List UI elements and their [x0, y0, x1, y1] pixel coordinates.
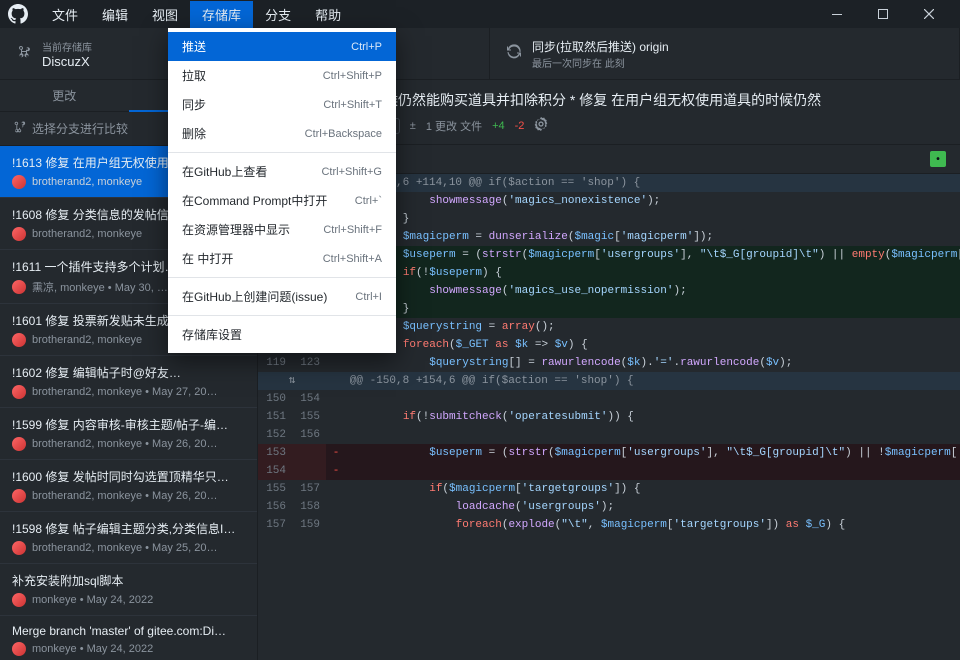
- diff-line: 119123 $querystring[] = rawurlencode($k)…: [258, 354, 960, 372]
- maximize-button[interactable]: [860, 0, 906, 28]
- diff-line: ⇅ @@ -150,8 +154,6 @@ if($action == 'sho…: [258, 372, 960, 390]
- sync-button[interactable]: 同步(拉取然后推送) origin 最后一次同步在 此刻: [490, 28, 960, 79]
- sync-subtitle: 最后一次同步在 此刻: [532, 55, 669, 70]
- menu-item[interactable]: 分支: [253, 1, 303, 28]
- menu-item[interactable]: 拉取Ctrl+Shift+P: [168, 61, 396, 90]
- commit-item[interactable]: !1598 修复 帖子编辑主题分类,分类信息I…brotherand2, mon…: [0, 512, 257, 564]
- sync-icon: [506, 44, 522, 63]
- diff-line: 156158 loadcache('usergroups');: [258, 498, 960, 516]
- menu-separator: [168, 315, 396, 316]
- commit-item[interactable]: !1600 修复 发帖时同时勾选置顶精华只…brotherand2, monke…: [0, 460, 257, 512]
- diff-line: 151155 if(!submitcheck('operatesubmit'))…: [258, 408, 960, 426]
- menu-separator: [168, 277, 396, 278]
- deletions-count: -2: [515, 120, 525, 132]
- toolbar: 当前存储库 DiscuzX 同步(拉取然后推送) origin 最后一次同步在 …: [0, 28, 960, 80]
- menu-item[interactable]: 在GitHub上创建问题(issue)Ctrl+I: [168, 282, 396, 311]
- menu-item[interactable]: 在GitHub上查看Ctrl+Shift+G: [168, 157, 396, 186]
- menu-item[interactable]: 推送Ctrl+P: [168, 32, 396, 61]
- expand-hunk-button[interactable]: ⇅: [258, 372, 326, 390]
- commit-item[interactable]: !1599 修复 内容审核-审核主题/帖子-编…brotherand2, mon…: [0, 408, 257, 460]
- menu-item[interactable]: 在 中打开Ctrl+Shift+A: [168, 244, 396, 273]
- close-button[interactable]: [906, 0, 952, 28]
- titlebar: 文件编辑视图存储库分支帮助: [0, 0, 960, 28]
- window-controls: [814, 0, 952, 28]
- sync-title: 同步(拉取然后推送) origin: [532, 38, 669, 55]
- plus-icon: ±: [410, 120, 416, 132]
- diff-line: 155157 if($magicperm['targetgroups']) {: [258, 480, 960, 498]
- menubar: 文件编辑视图存储库分支帮助: [40, 1, 353, 28]
- github-logo-icon: [8, 4, 28, 24]
- diff-line: 154-: [258, 462, 960, 480]
- file-status-badge: •: [930, 151, 946, 167]
- menu-item[interactable]: 存储库: [190, 1, 253, 28]
- tab-changes[interactable]: 更改: [0, 80, 129, 112]
- branch-icon: [12, 120, 26, 137]
- repo-icon: [16, 44, 32, 63]
- additions-count: +4: [492, 120, 505, 132]
- diff-line: 157159 foreach(explode("\t", $magicperm[…: [258, 516, 960, 534]
- current-repo-label: 当前存储库: [42, 39, 92, 54]
- diff-line: 150154: [258, 390, 960, 408]
- menu-item[interactable]: 删除Ctrl+Backspace: [168, 119, 396, 148]
- menu-item[interactable]: 视图: [140, 1, 190, 28]
- diff-line: 152156: [258, 426, 960, 444]
- menu-separator: [168, 152, 396, 153]
- gear-icon[interactable]: [534, 117, 548, 134]
- menu-item[interactable]: 帮助: [303, 1, 353, 28]
- diff-line: 153- $useperm = (strstr($magicperm['user…: [258, 444, 960, 462]
- commit-item[interactable]: 补充安装附加sql脚本monkeye • May 24, 2022: [0, 564, 257, 616]
- minimize-button[interactable]: [814, 0, 860, 28]
- menu-item[interactable]: 同步Ctrl+Shift+T: [168, 90, 396, 119]
- menu-item[interactable]: 编辑: [90, 1, 140, 28]
- repository-menu-dropdown: 推送Ctrl+P拉取Ctrl+Shift+P同步Ctrl+Shift+T删除Ct…: [168, 28, 396, 353]
- current-repo-value: DiscuzX: [42, 54, 92, 69]
- commit-item[interactable]: !1602 修复 编辑帖子时@好友…brotherand2, monkeye •…: [0, 356, 257, 408]
- menu-item[interactable]: 存储库设置: [168, 320, 396, 349]
- branch-compare-label: 选择分支进行比较: [32, 120, 128, 137]
- menu-item[interactable]: 在资源管理器中显示Ctrl+Shift+F: [168, 215, 396, 244]
- menu-item[interactable]: 文件: [40, 1, 90, 28]
- commit-item[interactable]: Merge branch 'master' of gitee.com:Di…mo…: [0, 616, 257, 660]
- changed-files: 1 更改 文件: [426, 118, 482, 134]
- menu-item[interactable]: 在Command Prompt中打开Ctrl+`: [168, 186, 396, 215]
